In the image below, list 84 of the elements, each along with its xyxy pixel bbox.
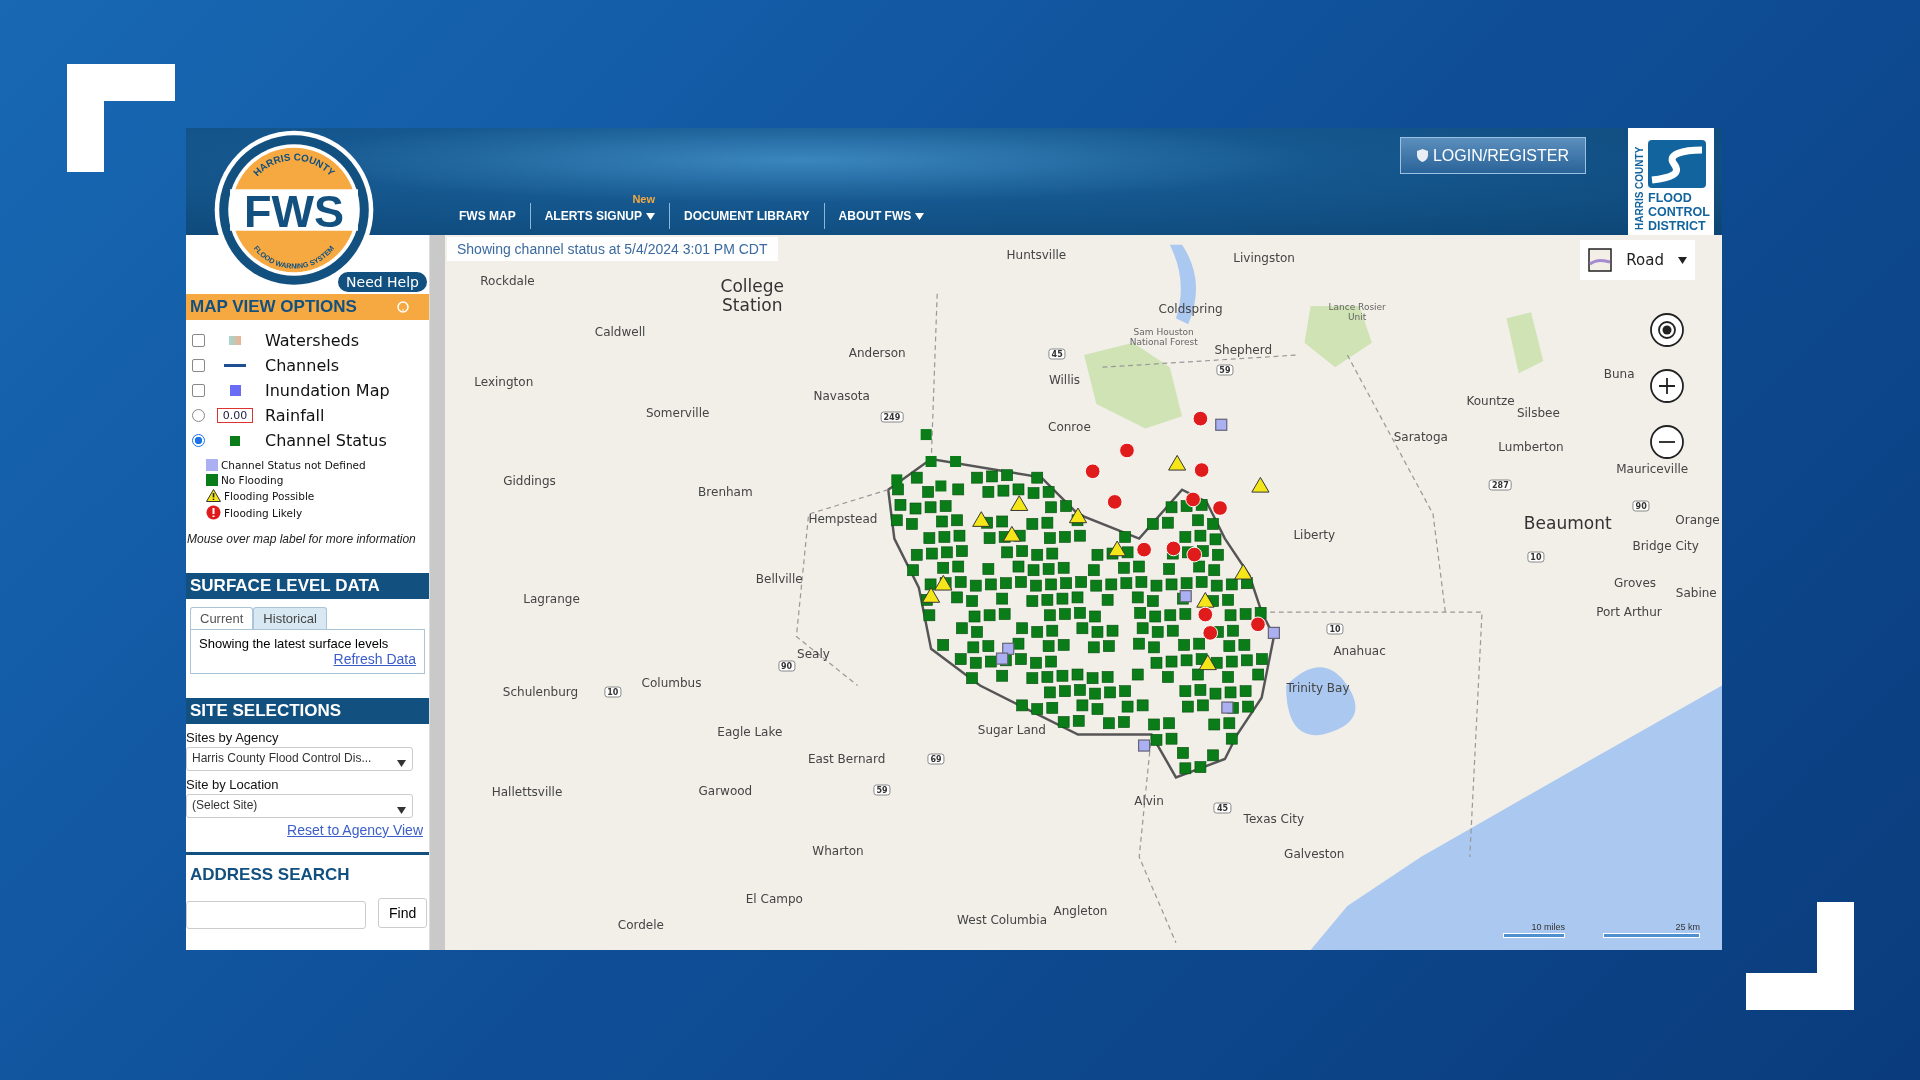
place-label: Willis	[1048, 374, 1081, 388]
place-label: Anderson	[848, 347, 906, 361]
field-label: Site by Location	[186, 777, 280, 792]
place-label: Hallettsville	[491, 786, 563, 800]
highway-shield: 90	[1632, 500, 1650, 512]
highway-shield: 69	[927, 753, 945, 765]
section-header: SURFACE LEVEL DATA	[186, 573, 429, 599]
place-label: Buna	[1603, 367, 1635, 382]
place-label: Silsbee	[1516, 407, 1560, 421]
place-label: Anahuac	[1333, 645, 1386, 660]
place-label: Columbus	[641, 677, 702, 691]
place-label: College Station	[719, 277, 786, 315]
place-label: Port Arthur	[1596, 606, 1662, 620]
place-label: Sealy	[797, 648, 830, 662]
place-label: Lance Rosier Unit	[1327, 303, 1387, 324]
highway-shield: 45	[1048, 348, 1066, 360]
place-label: Groves	[1614, 577, 1657, 591]
help-note: Mouse over map label for more information	[187, 531, 417, 548]
legend-label: Flooding Likely	[224, 506, 303, 519]
place-label: East Bernard	[807, 753, 886, 767]
place-label: Caldwell	[594, 326, 646, 340]
highway-shield: 59	[1216, 364, 1234, 376]
place-label: Alvin	[1134, 795, 1164, 809]
place-label: Kountze	[1466, 394, 1515, 409]
status-banner: Showing channel status at 5/4/2024 3:01 PM CDT	[447, 237, 778, 261]
place-label: Sam Houston National Forest	[1128, 327, 1199, 348]
place-label: Huntsville	[1006, 249, 1067, 263]
layer-label: Channel Status	[265, 431, 387, 450]
layer-label: Rainfall	[265, 406, 325, 425]
highway-shield: 249	[880, 411, 904, 423]
place-label: Wharton	[812, 845, 864, 859]
field-label: Sites by Agency	[186, 730, 280, 745]
place-label: Navasota	[813, 390, 870, 404]
place-label: Shepherd	[1214, 344, 1273, 358]
place-label: Conroe	[1048, 421, 1091, 436]
place-label: Angleton	[1053, 905, 1108, 919]
place-label: Rockdale	[480, 274, 535, 289]
highway-shield: 90	[778, 660, 796, 672]
highway-shield: 10	[604, 686, 622, 698]
place-label: El Campo	[745, 893, 803, 907]
place-label: Somerville	[645, 407, 710, 421]
place-label: Giddings	[503, 475, 556, 489]
place-label: Bridge City	[1632, 540, 1699, 554]
legend-label: Channel Status not Defined	[221, 459, 366, 471]
legend-label: Flooding Possible	[224, 489, 315, 502]
highway-shield: 59	[873, 784, 891, 796]
highway-shield: 10	[1527, 551, 1545, 563]
scale-bar: 25 km	[1603, 922, 1700, 938]
place-label: West Columbia	[957, 914, 1048, 928]
legend-label: No Flooding	[221, 474, 284, 486]
place-label: Orange	[1675, 514, 1720, 529]
layer-label: Inundation Map	[265, 381, 390, 400]
place-label: Lexington	[474, 376, 534, 390]
highway-shield: 45	[1213, 802, 1231, 814]
layer-label: Watersheds	[265, 331, 360, 350]
place-label: Saratoga	[1393, 431, 1448, 445]
place-label: Schulenburg	[502, 686, 579, 700]
place-label: Bellville	[755, 573, 803, 587]
section-title: MAP VIEW OPTIONS	[190, 297, 357, 317]
rainfall-value: 0.00	[216, 408, 254, 423]
new-label: New	[632, 193, 655, 205]
place-label: Sabine	[1675, 587, 1717, 601]
place-label: Lagrange	[523, 593, 580, 607]
place-label: Beaumont	[1523, 513, 1612, 533]
place-label: Eagle Lake	[717, 726, 783, 740]
place-label: Texas City	[1243, 813, 1305, 827]
place-label: Sugar Land	[977, 724, 1046, 738]
status-message: Showing the latest surface levels	[199, 636, 390, 651]
highway-shield: 10	[1326, 623, 1344, 635]
layer-label: Channels	[265, 356, 340, 375]
place-label: Cordele	[617, 918, 664, 933]
place-label: Lumberton	[1498, 441, 1564, 455]
section-header: SITE SELECTIONS	[186, 698, 429, 724]
place-label: Garwood	[698, 785, 753, 799]
place-label: Galveston	[1284, 847, 1345, 862]
place-label: Mauriceville	[1616, 463, 1689, 477]
highway-shield: 287	[1489, 479, 1512, 491]
place-label: Brenham	[698, 486, 753, 500]
place-label: Liberty	[1293, 529, 1336, 543]
place-label: Livingston	[1233, 252, 1295, 267]
place-label: Hempstead	[808, 513, 878, 527]
scale-bar: 10 miles	[1503, 922, 1565, 938]
place-label: Coldspring	[1158, 303, 1223, 317]
place-label: Trinity Bay	[1285, 682, 1351, 696]
